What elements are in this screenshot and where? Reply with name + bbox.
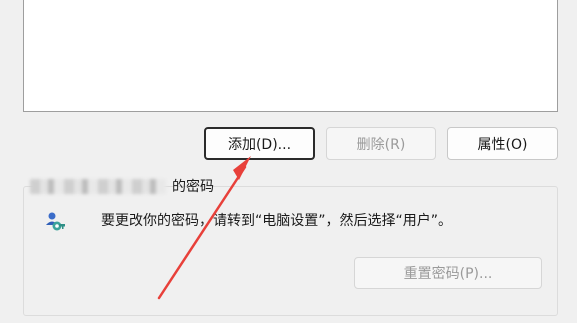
add-button[interactable]: 添加(D)... [204, 127, 315, 160]
redacted-username [30, 178, 166, 194]
password-groupbox [23, 186, 558, 316]
remove-button: 删除(R) [326, 127, 436, 160]
reset-password-button: 重置密码(P)... [354, 257, 542, 289]
password-heading-label: 的密码 [172, 179, 214, 195]
properties-button[interactable]: 属性(O) [447, 127, 558, 160]
password-change-message: 要更改你的密码，请转到“电脑设置”，然后选择“用户”。 [101, 213, 453, 229]
password-section-heading: 的密码 [30, 176, 214, 196]
user-list[interactable] [23, 0, 558, 112]
users-key-icon [46, 212, 65, 231]
